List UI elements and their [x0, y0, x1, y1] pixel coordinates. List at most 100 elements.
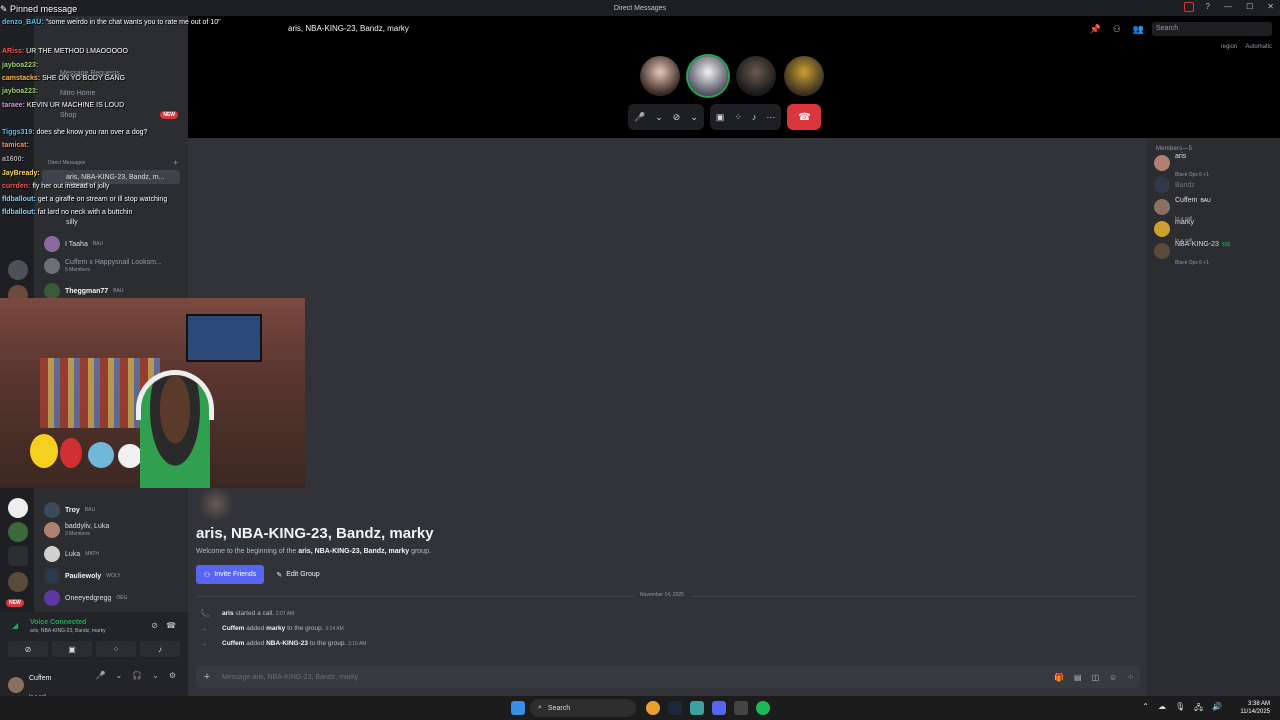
members-icon[interactable]: 👥	[1133, 24, 1144, 35]
network-icon[interactable]: 🖧	[1194, 702, 1203, 716]
member-row[interactable]: Bandz	[1154, 174, 1280, 196]
maximize-icon[interactable]: ☐	[1246, 2, 1253, 11]
voice-status: Voice Connected	[30, 619, 87, 626]
avatar	[1154, 199, 1170, 215]
microphone-icon[interactable]: 🎤	[95, 671, 105, 680]
gif-icon[interactable]: ▤	[1074, 673, 1082, 682]
chevron-up-icon[interactable]: ⌃	[1142, 702, 1149, 716]
chat-line: JayBready:	[2, 170, 40, 177]
member-row[interactable]: NBA-KING-23 $$$ Black Ops 6 +1	[1154, 240, 1280, 266]
close-icon[interactable]: ✕	[1267, 2, 1274, 11]
discord-icon[interactable]	[712, 701, 726, 715]
microphone-icon[interactable]: 🎤	[634, 112, 645, 123]
invite-friends-button[interactable]: ⚇ Invite Friends	[196, 565, 265, 584]
dm-item-silly[interactable]: silly	[66, 219, 78, 226]
welcome-section: aris, NBA-KING-23, Bandz, marky Welcome …	[196, 525, 434, 555]
soundboard-icon[interactable]: ♪	[752, 112, 757, 122]
voice-channel[interactable]: aris, NBA-KING-23, Bandz, marky	[30, 628, 106, 634]
pin-icon[interactable]: 📌	[1089, 24, 1100, 35]
activities-icon[interactable]: ⁘	[734, 112, 742, 123]
message-actor[interactable]: Cuffem	[222, 625, 244, 632]
disconnect-icon[interactable]: ☎	[166, 621, 176, 630]
participant-avatar[interactable]	[640, 56, 680, 96]
chevron-down-icon[interactable]: ⌄	[115, 671, 122, 680]
inbox-icon[interactable]	[1183, 2, 1194, 12]
message-actor[interactable]: aris	[222, 610, 234, 617]
chevron-down-icon[interactable]: ⌄	[152, 671, 159, 680]
dm-item-troy[interactable]: Troy BAU	[44, 502, 95, 518]
message-time: 2:07 AM	[275, 611, 295, 617]
microphone-icon[interactable]: 🎙	[1175, 702, 1185, 716]
region-value: Automatic	[1245, 44, 1272, 50]
screen-share-button[interactable]: ▣	[52, 641, 92, 657]
channel-title: aris, NBA-KING-23, Bandz, marky	[288, 24, 409, 33]
noise-suppression-icon[interactable]: ⊘	[151, 621, 158, 630]
camera-off-icon[interactable]: ⊘	[673, 112, 681, 123]
gear-icon[interactable]: ⚙	[169, 671, 176, 680]
chat-line: currden: fly her out instead of jolly	[2, 183, 109, 190]
soundboard-button[interactable]: ♪	[140, 641, 180, 657]
emoji-icon[interactable]: ☺	[1109, 673, 1117, 682]
cloud-icon[interactable]: ☁	[1158, 702, 1166, 716]
steam-icon[interactable]	[668, 701, 682, 715]
chrome-icon[interactable]	[646, 701, 660, 715]
sidebar-item-nitro[interactable]: Nitro Home	[60, 90, 95, 97]
hangup-button[interactable]: ☎	[787, 104, 822, 130]
dm-item-theggman[interactable]: Theggman77 BAU	[44, 283, 123, 299]
activities-button[interactable]: ⁘	[96, 641, 136, 657]
dm-item-oneeyedgregg[interactable]: Oneeyedgregg OEG	[44, 590, 127, 606]
server-icon[interactable]	[8, 546, 28, 566]
volume-icon[interactable]: 🔊	[1212, 702, 1222, 716]
dm-item-taaha[interactable]: I Taaha BAU	[44, 236, 103, 252]
help-icon[interactable]: ?	[1206, 2, 1210, 12]
screen-share-icon[interactable]: ▣	[716, 112, 725, 123]
message-composer[interactable]: + Message aris, NBA-KING-23, Bandz, mark…	[196, 666, 1140, 688]
server-icon[interactable]	[8, 498, 28, 518]
member-row[interactable]: aris Black Ops 6 +1	[1154, 152, 1280, 178]
add-dm-icon[interactable]: +	[173, 158, 178, 167]
spotify-icon[interactable]	[756, 701, 770, 715]
chevron-down-icon[interactable]: ⌄	[655, 112, 663, 123]
add-attachment-icon[interactable]: +	[198, 671, 216, 683]
apps-icon[interactable]: ⁘	[1127, 673, 1134, 682]
participant-avatar[interactable]	[784, 56, 824, 96]
add-friend-icon[interactable]: ⚇	[1113, 24, 1121, 35]
clock[interactable]: 3:38 AM 11/14/2025	[1240, 700, 1270, 716]
region-selector[interactable]: region Automatic	[1221, 44, 1272, 50]
chat-line: a1600:	[2, 156, 24, 163]
sticker-icon[interactable]: ◫	[1092, 673, 1100, 682]
dm-item-baddyliv[interactable]: baddyliv, Luka 3 Members	[44, 522, 109, 538]
chevron-down-icon[interactable]: ⌄	[690, 112, 698, 123]
taskbar-search[interactable]: ⌕ Search	[530, 699, 636, 717]
gift-icon[interactable]: 🎁	[1054, 673, 1064, 682]
mario-toy	[60, 438, 82, 468]
avatar	[44, 236, 60, 252]
participant-avatar[interactable]	[688, 56, 728, 96]
member-row[interactable]: Cuffem BAU In a call	[1154, 196, 1280, 222]
message-actor[interactable]: Cuffem	[222, 640, 244, 647]
sidebar-item-shop[interactable]: Shop NEW	[60, 111, 178, 119]
search-input[interactable]: Search	[1152, 22, 1272, 36]
participant-avatar[interactable]	[736, 56, 776, 96]
more-icon[interactable]: ⋯	[766, 112, 775, 123]
app-icon[interactable]	[734, 701, 748, 715]
chat-line: fldballout: fat lard no neck with a butt…	[2, 209, 132, 216]
camera-button[interactable]: ⊘	[8, 641, 48, 657]
edit-group-button[interactable]: ✎ Edit Group	[270, 565, 325, 584]
dm-item-pauliewoly[interactable]: Pauliewoly WOLY	[44, 568, 121, 584]
windows-start-icon[interactable]	[511, 701, 525, 715]
message-target[interactable]: NBA-KING-23	[266, 640, 308, 647]
server-icon[interactable]	[8, 522, 28, 542]
message-target[interactable]: marky	[266, 625, 285, 632]
app-icon[interactable]	[690, 701, 704, 715]
server-icon[interactable]	[8, 260, 28, 280]
dm-item-luka[interactable]: Luka MATH	[44, 546, 99, 562]
dm-item-group-active[interactable]: aris, NBA-KING-23, Bandz, m...	[42, 170, 180, 184]
minimize-icon[interactable]: —	[1224, 2, 1232, 11]
headphones-icon[interactable]: 🎧	[132, 671, 142, 680]
avatar	[44, 522, 60, 538]
server-icon[interactable]	[8, 572, 28, 592]
pinned-message-label: ✎ Pinned message	[0, 4, 78, 14]
avatar	[44, 502, 60, 518]
dm-item-cuffem-group[interactable]: Cuffem x Happysnail Looksm... 5 Members	[44, 258, 162, 274]
